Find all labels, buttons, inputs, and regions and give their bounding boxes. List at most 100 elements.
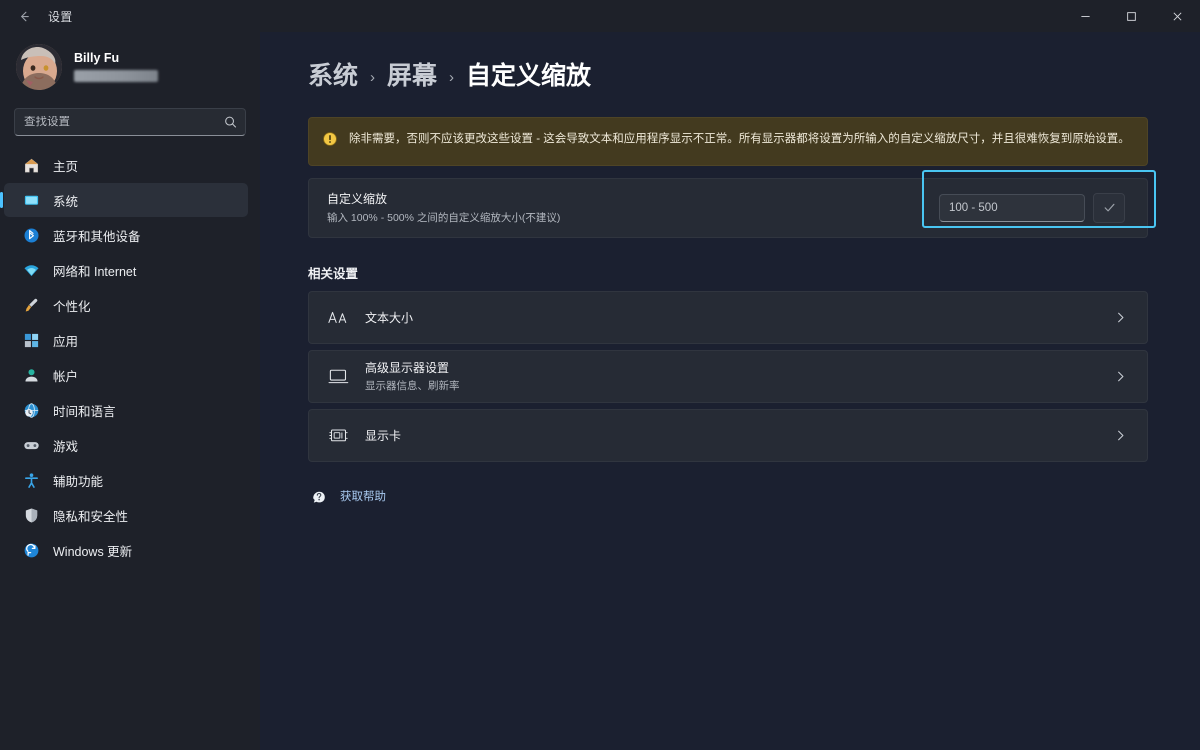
update-icon [22,541,40,559]
close-button[interactable] [1154,0,1200,32]
sidebar: Billy Fu 查找设置 主页 系统 蓝牙和其他设备 网络和 Internet… [0,32,260,750]
clock-globe-icon [22,401,40,419]
related-row-graphics-card[interactable]: 显示卡 [308,408,1148,462]
minimize-button[interactable] [1062,0,1108,32]
search-box[interactable] [14,108,246,136]
account-icon [22,366,40,384]
sidebar-item-label: Windows 更新 [53,544,133,559]
title-bar: 设置 [0,0,1200,32]
sidebar-item-label: 个性化 [53,299,91,314]
chevron-right-icon [1114,429,1127,442]
related-row-text: 文本大小 [365,309,1098,326]
text-size-icon [327,309,349,325]
window-controls [1062,0,1200,32]
custom-scaling-input-wrapper[interactable] [939,193,1085,222]
minimize-icon [1080,15,1090,17]
get-help-link[interactable]: 获取帮助 [310,487,1148,505]
apps-icon [22,331,40,349]
settings-window: 设置 Billy Fu 查找设置 主页 系统 蓝牙和其他设备 网络和 Inter… [0,0,1200,750]
sidebar-item-label: 蓝牙和其他设备 [53,229,141,244]
account-text: Billy Fu [74,52,158,82]
sidebar-item-accounts[interactable]: 帐户 [4,358,248,392]
sidebar-item-privacy[interactable]: 隐私和安全性 [4,498,248,532]
sidebar-item-system[interactable]: 系统 [4,183,248,217]
breadcrumb-separator-icon: › [449,69,455,86]
sidebar-item-label: 网络和 Internet [53,264,137,279]
sidebar-item-gaming[interactable]: 游戏 [4,428,248,462]
window-body: Billy Fu 查找设置 主页 系统 蓝牙和其他设备 网络和 Internet… [0,32,1200,750]
warning-banner: 除非需要，否则不应该更改这些设置 - 这会导致文本和应用程序显示不正常。所有显示… [308,116,1148,166]
related-row-subtitle: 显示器信息、刷新率 [365,380,460,393]
nav-list: 主页 系统 蓝牙和其他设备 网络和 Internet 个性化 应用 帐户 时间和… [0,146,248,568]
sidebar-item-label: 游戏 [53,439,79,454]
avatar-image [16,44,62,90]
custom-scaling-subtitle: 输入 100% - 500% 之间的自定义缩放大小(不建议) [327,212,561,225]
account-block[interactable]: Billy Fu [0,32,248,100]
sidebar-item-windows-update[interactable]: Windows 更新 [4,533,248,567]
related-row-text-size[interactable]: 文本大小 [308,290,1148,344]
search-icon [224,116,237,129]
chevron-right-icon [1114,370,1127,383]
window-title: 设置 [48,9,73,24]
shield-icon [22,506,40,524]
sidebar-item-label: 帐户 [53,369,79,384]
sidebar-item-label: 辅助功能 [53,474,104,489]
related-row-advanced-display[interactable]: 高级显示器设置 显示器信息、刷新率 [308,349,1148,403]
related-row-title: 高级显示器设置 [365,361,450,376]
sidebar-item-time-language[interactable]: 时间和语言 [4,393,248,427]
gamepad-icon [22,436,40,454]
sidebar-item-label: 隐私和安全性 [53,509,129,524]
sidebar-item-label: 应用 [53,334,79,349]
close-icon [1173,12,1181,20]
warning-icon [322,131,338,152]
sidebar-item-accessibility[interactable]: 辅助功能 [4,463,248,497]
related-row-text: 高级显示器设置 显示器信息、刷新率 [365,359,1098,393]
custom-scaling-text: 自定义缩放 输入 100% - 500% 之间的自定义缩放大小(不建议) [327,190,939,225]
breadcrumb-display[interactable]: 屏幕 [387,62,437,91]
accessibility-icon [22,471,40,489]
custom-scaling-row: 自定义缩放 输入 100% - 500% 之间的自定义缩放大小(不建议) [308,177,1148,238]
bluetooth-icon [22,226,40,244]
sidebar-item-label: 系统 [53,194,79,209]
sidebar-item-label: 时间和语言 [53,404,116,419]
account-email-redacted [74,69,158,82]
sidebar-item-personalization[interactable]: 个性化 [4,288,248,322]
home-icon [22,156,40,174]
help-icon [310,487,328,505]
related-settings-heading: 相关设置 [308,266,359,281]
monitor-icon [327,368,349,385]
related-row-title: 文本大小 [365,310,414,325]
custom-scaling-controls [939,192,1125,223]
page-title: 自定义缩放 [466,62,592,90]
custom-scaling-section: 自定义缩放 输入 100% - 500% 之间的自定义缩放大小(不建议) [308,169,1156,238]
maximize-button[interactable] [1108,0,1154,32]
warning-text: 除非需要，否则不应该更改这些设置 - 这会导致文本和应用程序显示不正常。所有显示… [349,132,1130,145]
graphics-card-icon [327,427,349,444]
sidebar-item-home[interactable]: 主页 [4,148,248,182]
maximize-icon [1126,11,1136,21]
get-help-label: 获取帮助 [340,490,386,503]
confirm-button[interactable] [1093,192,1125,223]
related-row-title: 显示卡 [365,428,402,443]
sidebar-item-label: 主页 [53,159,79,174]
sidebar-item-apps[interactable]: 应用 [4,323,248,357]
breadcrumb-separator-icon: › [370,69,376,86]
search-input[interactable] [24,116,217,128]
back-button[interactable] [8,2,40,30]
breadcrumb: 系统 › 屏幕 › 自定义缩放 [308,62,1148,91]
breadcrumb-system[interactable]: 系统 [308,62,358,91]
search-area [0,100,248,146]
checkmark-icon [1104,203,1114,212]
account-name: Billy Fu [74,51,120,66]
system-icon [22,191,40,209]
chevron-right-icon [1114,311,1127,324]
custom-scaling-input[interactable] [949,201,1075,214]
avatar [16,44,62,90]
related-row-text: 显示卡 [365,427,1098,444]
wifi-icon [22,261,40,279]
brush-icon [22,296,40,314]
custom-scaling-title: 自定义缩放 [327,192,388,207]
back-arrow-icon [20,11,29,21]
sidebar-item-bluetooth[interactable]: 蓝牙和其他设备 [4,218,248,252]
sidebar-item-network[interactable]: 网络和 Internet [4,253,248,287]
